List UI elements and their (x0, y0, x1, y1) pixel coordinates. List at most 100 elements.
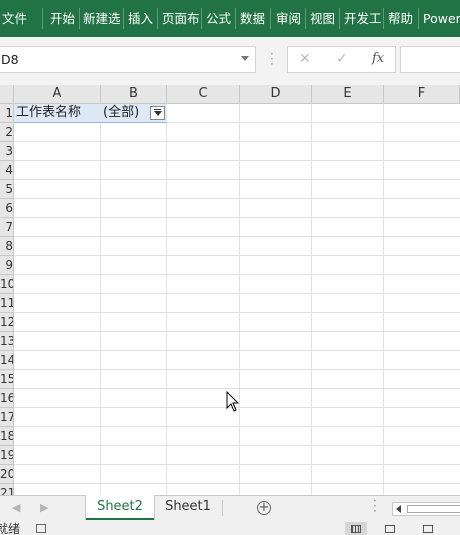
tab-separator (383, 8, 384, 29)
tab-separator (201, 8, 202, 29)
row-header[interactable]: 17 (0, 408, 14, 427)
normal-view-icon (351, 525, 361, 533)
tab-separator (157, 8, 158, 29)
tab-divider (222, 500, 223, 516)
cancel-icon[interactable]: ✕ (299, 51, 311, 67)
sheet-tab-sheet2[interactable]: Sheet2 (86, 495, 154, 520)
row-header[interactable]: 13 (0, 332, 14, 351)
ribbon-tab-bar: 文件 开始 新建选 插入 页面布 公式 数据 审阅 视图 开发工 帮助 Powe… (0, 0, 460, 37)
row-gridline (14, 179, 460, 180)
row-gridline (14, 141, 460, 142)
row-header[interactable]: 14 (0, 351, 14, 370)
add-sheet-button[interactable]: + (257, 501, 271, 515)
scroll-right-icon[interactable]: ▶ (40, 501, 48, 514)
row-header[interactable]: 8 (0, 237, 14, 256)
ribbon-tab-data[interactable]: 数据 (240, 0, 265, 37)
status-bar: 就绪 (0, 522, 460, 535)
ribbon-tab-page-layout[interactable]: 页面布 (162, 0, 200, 37)
status-ready-text: 就绪 (0, 522, 21, 535)
row-header[interactable]: 7 (0, 218, 14, 237)
formula-buttons: ✕ ✓ fx (287, 46, 396, 73)
ribbon-tab-power[interactable]: Power (423, 0, 460, 37)
column-header-f[interactable]: F (384, 85, 460, 104)
row-gridline (14, 274, 460, 275)
scroll-left-arrow-icon[interactable] (396, 505, 401, 513)
ribbon-tab-home[interactable]: 开始 (50, 0, 75, 37)
row-header[interactable]: 20 (0, 465, 14, 484)
macro-record-icon[interactable] (36, 524, 46, 533)
enter-icon[interactable]: ✓ (336, 51, 348, 67)
row-header[interactable]: 4 (0, 161, 14, 180)
row-gridline (14, 217, 460, 218)
column-gridline (239, 104, 240, 495)
ribbon-tab-help[interactable]: 帮助 (388, 0, 413, 37)
row-header[interactable]: 2 (0, 123, 14, 142)
row-header[interactable]: 21 (0, 484, 14, 495)
row-header[interactable]: 3 (0, 142, 14, 161)
row-gridline (14, 369, 460, 370)
page-layout-icon (385, 525, 395, 533)
row-gridline (14, 198, 460, 199)
sheet-tab-bar: ◀ ▶ Sheet2 Sheet1 + · · · (0, 495, 460, 522)
sheet-tab-sheet1[interactable]: Sheet1 (156, 495, 220, 520)
row-header[interactable]: 5 (0, 180, 14, 199)
mouse-cursor-icon (226, 391, 240, 412)
page-layout-view-button[interactable] (382, 522, 398, 535)
tab-separator (79, 8, 80, 29)
tab-separator (235, 8, 236, 29)
ribbon-tab-view[interactable]: 视图 (310, 0, 335, 37)
row-header[interactable]: 19 (0, 446, 14, 465)
column-header-b[interactable]: B (101, 85, 167, 104)
row-header[interactable]: 15 (0, 370, 14, 389)
row-gridline (14, 350, 460, 351)
normal-view-button[interactable] (345, 522, 367, 535)
tab-separator (418, 8, 419, 29)
column-header-e[interactable]: E (312, 85, 384, 104)
row-header[interactable]: 12 (0, 313, 14, 332)
column-header-a[interactable]: A (14, 85, 101, 104)
row-gridline (14, 464, 460, 465)
column-gridline (166, 104, 167, 495)
column-gridline (311, 104, 312, 495)
tab-separator (42, 8, 43, 29)
row-gridline (14, 388, 460, 389)
ribbon-tab-insert[interactable]: 插入 (128, 0, 153, 37)
filter-dropdown-icon[interactable] (150, 106, 165, 120)
ribbon-tab-developer[interactable]: 开发工 (344, 0, 382, 37)
tab-separator (123, 8, 124, 29)
chevron-down-icon[interactable] (241, 56, 249, 61)
ribbon-tab-formulas[interactable]: 公式 (206, 0, 231, 37)
ribbon-tab-new[interactable]: 新建选 (83, 0, 121, 37)
select-all-corner[interactable] (0, 85, 14, 104)
pivot-filter-field-label[interactable]: 工作表名称 (14, 104, 101, 123)
row-header[interactable]: 18 (0, 427, 14, 446)
ribbon-tab-file[interactable]: 文件 (2, 0, 27, 37)
horizontal-scrollbar[interactable] (392, 502, 460, 516)
worksheet-grid[interactable]: A B C D E F 1 2 3 4 5 6 7 8 9 10 11 12 13 14 15 16 17 18 1… (0, 85, 460, 495)
row-header[interactable]: 10 (0, 275, 14, 294)
name-box-value: D8 (1, 52, 19, 67)
ribbon-tab-review[interactable]: 审阅 (276, 0, 301, 37)
formula-input[interactable] (400, 46, 460, 73)
row-header[interactable]: 11 (0, 294, 14, 313)
row-header[interactable]: 1 (0, 104, 14, 123)
row-gridline (14, 236, 460, 237)
splitter-handle[interactable]: · · · (373, 495, 377, 517)
page-break-view-button[interactable] (420, 522, 436, 535)
splitter-handle[interactable]: · · · (270, 48, 274, 70)
row-gridline (14, 426, 460, 427)
row-gridline (14, 331, 460, 332)
tab-separator (339, 8, 340, 29)
scrollbar-thumb[interactable] (407, 505, 460, 513)
row-header[interactable]: 6 (0, 199, 14, 218)
column-header-d[interactable]: D (240, 85, 312, 104)
scroll-left-icon[interactable]: ◀ (12, 501, 20, 514)
column-header-c[interactable]: C (167, 85, 240, 104)
insert-function-icon[interactable]: fx (372, 51, 384, 66)
row-header[interactable]: 16 (0, 389, 14, 408)
formula-bar-area: D8 · · · ✕ ✓ fx (0, 37, 460, 85)
column-gridline (100, 104, 101, 495)
row-gridline (14, 445, 460, 446)
name-box[interactable]: D8 (0, 46, 256, 73)
row-header[interactable]: 9 (0, 256, 14, 275)
